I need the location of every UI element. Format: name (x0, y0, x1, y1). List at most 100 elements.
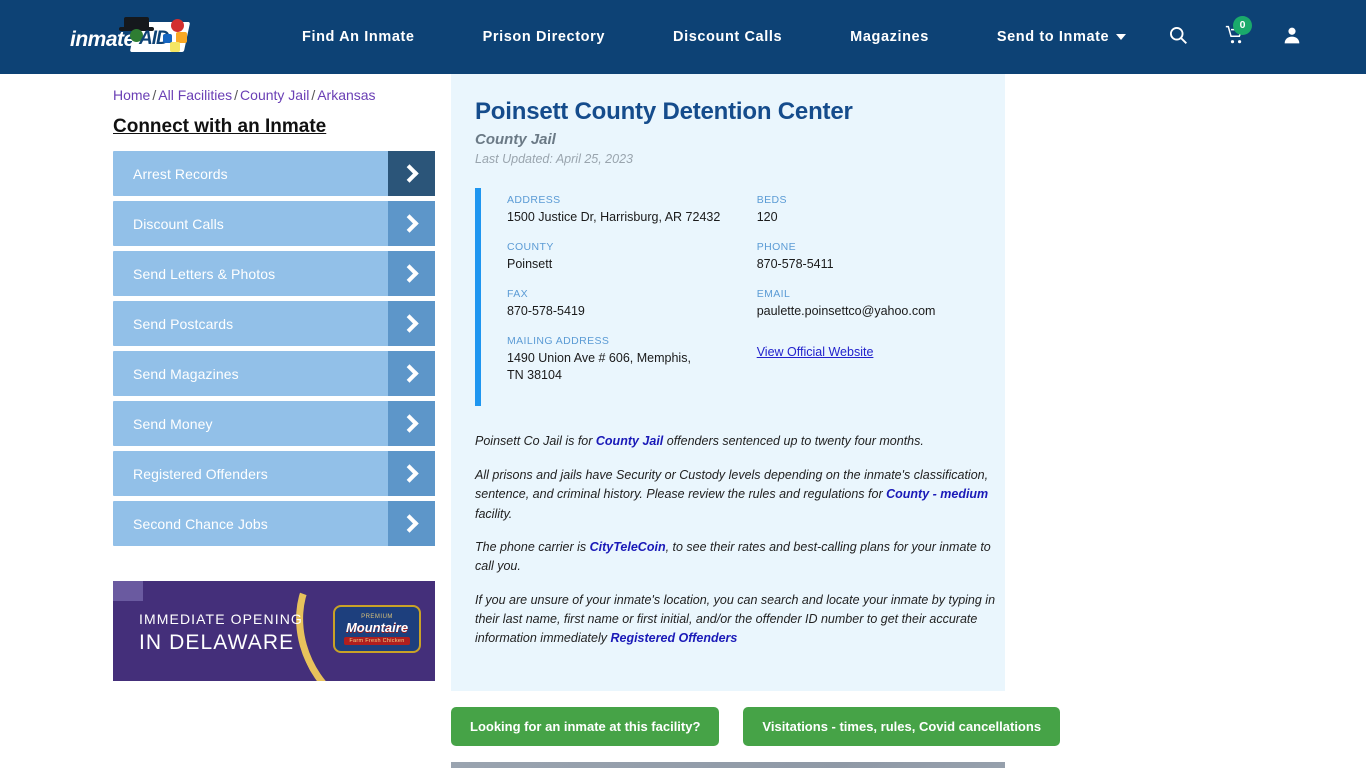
chevron-right-icon (388, 351, 435, 396)
info-label: EMAIL (756, 287, 791, 300)
facility-description: Poinsett Co Jail is for County Jail offe… (475, 432, 999, 648)
sidebar-item-label: Send Magazines (133, 365, 239, 382)
info-item-county: COUNTY Poinsett (507, 241, 757, 273)
chevron-right-icon (388, 401, 435, 446)
description-paragraph-2: All prisons and jails have Security or C… (475, 466, 999, 524)
desc-text: facility. (475, 506, 513, 521)
info-item-phone: PHONE 870-578-5411 (757, 241, 977, 273)
description-paragraph-1: Poinsett Co Jail is for County Jail offe… (475, 432, 999, 451)
sidebar-item-discount-calls[interactable]: Discount Calls (113, 201, 435, 246)
sidebar-item-label: Registered Offenders (133, 465, 268, 482)
sidebar-item-label: Send Money (133, 415, 213, 432)
ad-logo-subtitle: Farm Fresh Chicken (344, 636, 410, 645)
breadcrumb-item-all-facilities[interactable]: All Facilities (158, 87, 232, 103)
page-title: Poinsett County Detention Center (475, 98, 853, 125)
nav-icon-group: 0 (1168, 15, 1366, 50)
registered-offenders-link[interactable]: Registered Offenders (610, 631, 737, 645)
county-medium-link[interactable]: County - medium (886, 487, 988, 501)
sidebar-item-send-magazines[interactable]: Send Magazines (113, 351, 435, 396)
breadcrumb-item-arkansas[interactable]: Arkansas (317, 87, 375, 103)
sidebar-item-send-money[interactable]: Send Money (113, 401, 435, 446)
breadcrumb-separator: / (234, 87, 239, 103)
sidebar-advertisement[interactable]: IMMEDIATE OPENING IN DELAWARE PREMIUM Mo… (113, 581, 435, 681)
visitations-button[interactable]: Visitations - times, rules, Covid cancel… (743, 706, 1061, 746)
logo-wordmark: inmate (70, 28, 135, 51)
sidebar-item-arrest-records[interactable]: Arrest Records (113, 151, 435, 196)
info-label: BEDS (756, 194, 787, 206)
action-button-group: Looking for an inmate at this facility? … (451, 706, 1366, 746)
chevron-right-icon (388, 251, 435, 296)
info-item-address: ADDRESS 1500 Justice Dr, Harrisburg, AR … (507, 194, 757, 226)
info-value: 1500 Justice Dr, Harrisburg, AR 72432 (507, 210, 721, 224)
info-label: COUNTY (507, 240, 554, 253)
phone-carrier-link[interactable]: CityTeleCoin (590, 540, 666, 554)
sidebar-item-label: Send Letters & Photos (133, 265, 276, 282)
info-column-right: BEDS 120 PHONE 870-578-5411 EMAIL paulet… (757, 194, 977, 398)
info-value: 870-578-5411 (756, 256, 834, 271)
nav-item-prison-directory[interactable]: Prison Directory (449, 29, 639, 45)
user-icon[interactable] (1282, 25, 1302, 50)
sidebar-item-send-letters-photos[interactable]: Send Letters & Photos (113, 251, 435, 296)
chevron-right-icon (388, 301, 435, 346)
sidebar-item-send-postcards[interactable]: Send Postcards (113, 301, 435, 346)
breadcrumb: Home / All Facilities / County Jail / Arkansas (113, 74, 435, 103)
desc-text: offenders sentenced up to twenty four mo… (663, 434, 924, 449)
info-item-email: EMAIL paulette.poinsettco@yahoo.com (757, 288, 977, 320)
nav-item-magazines[interactable]: Magazines (816, 29, 963, 45)
chevron-right-icon (388, 201, 435, 246)
sidebar-item-label: Arrest Records (133, 165, 228, 182)
breadcrumb-item-county-jail[interactable]: County Jail (240, 87, 309, 103)
facility-info-panel: ADDRESS 1500 Justice Dr, Harrisburg, AR … (475, 188, 977, 407)
county-jail-link[interactable]: County Jail (596, 434, 663, 448)
facility-photo (451, 761, 1005, 768)
last-updated-text: Last Updated: April 25, 2023 (475, 152, 633, 166)
search-icon[interactable] (1168, 25, 1188, 50)
cart-count-badge: 0 (1233, 15, 1252, 35)
ad-headline-line1: IMMEDIATE OPENING (139, 611, 303, 627)
cart-icon[interactable]: 0 (1224, 15, 1252, 50)
left-sidebar: Home / All Facilities / County Jail / Arkansas… (113, 74, 435, 768)
info-value: 120 (756, 210, 778, 224)
sidebar-item-label: Discount Calls (133, 215, 224, 232)
nav-item-discount-calls[interactable]: Discount Calls (639, 29, 816, 45)
info-value: Poinsett (507, 256, 553, 271)
sidebar-heading: Connect with an Inmate (113, 116, 327, 137)
ad-corner-decoration (113, 581, 143, 601)
sidebar-item-label: Send Postcards (133, 315, 234, 332)
facility-card: Poinsett County Detention Center County … (451, 74, 1005, 691)
main-content: Poinsett County Detention Center County … (435, 74, 1366, 768)
nav-item-send-to-inmate-label: Send to Inmate (996, 29, 1110, 45)
info-label: FAX (507, 287, 529, 300)
ad-logo-brand-name: Mountaire (345, 619, 409, 635)
desc-text: Poinsett Co Jail is for (475, 434, 596, 449)
description-paragraph-3: The phone carrier is CityTeleCoin, to se… (475, 538, 999, 577)
top-navbar: inmate AID Find An Inmate Prison Directo… (0, 0, 1366, 74)
info-value: 870-578-5419 (507, 303, 585, 318)
view-official-website-link[interactable]: View Official Website (757, 345, 874, 359)
logo-dot-green-icon (170, 42, 180, 52)
breadcrumb-item-home[interactable]: Home (113, 87, 150, 103)
info-item-fax: FAX 870-578-5419 (507, 288, 757, 320)
site-logo[interactable]: inmate AID (70, 16, 191, 58)
info-item-mailing-address: MAILING ADDRESS 1490 Union Ave # 606, Me… (507, 335, 757, 384)
looking-for-inmate-button[interactable]: Looking for an inmate at this facility? (451, 706, 720, 746)
info-label: ADDRESS (507, 194, 561, 206)
info-label: MAILING ADDRESS (507, 334, 610, 347)
chevron-right-icon (388, 451, 435, 496)
chevron-down-icon (1116, 34, 1127, 41)
nav-item-find-an-inmate[interactable]: Find An Inmate (268, 29, 449, 45)
sidebar-item-registered-offenders[interactable]: Registered Offenders (113, 451, 435, 496)
sidebar-item-label: Second Chance Jobs (133, 515, 268, 532)
info-item-beds: BEDS 120 (757, 194, 977, 226)
info-value: 1490 Union Ave # 606, Memphis, TN 38104 (507, 350, 691, 382)
breadcrumb-separator: / (311, 87, 316, 103)
ad-brand-logo: PREMIUM Mountaire Farm Fresh Chicken (333, 605, 421, 653)
facility-type: County Jail (475, 131, 556, 148)
chevron-right-icon (388, 151, 435, 196)
primary-nav: Find An Inmate Prison Directory Discount… (268, 29, 1140, 45)
sidebar-item-second-chance-jobs[interactable]: Second Chance Jobs (113, 501, 435, 546)
description-paragraph-4: If you are unsure of your inmate's locat… (475, 591, 999, 649)
breadcrumb-separator: / (152, 87, 157, 103)
nav-item-send-to-inmate[interactable]: Send to Inmate (963, 29, 1140, 45)
ad-headline-line2: IN DELAWARE (139, 631, 295, 654)
